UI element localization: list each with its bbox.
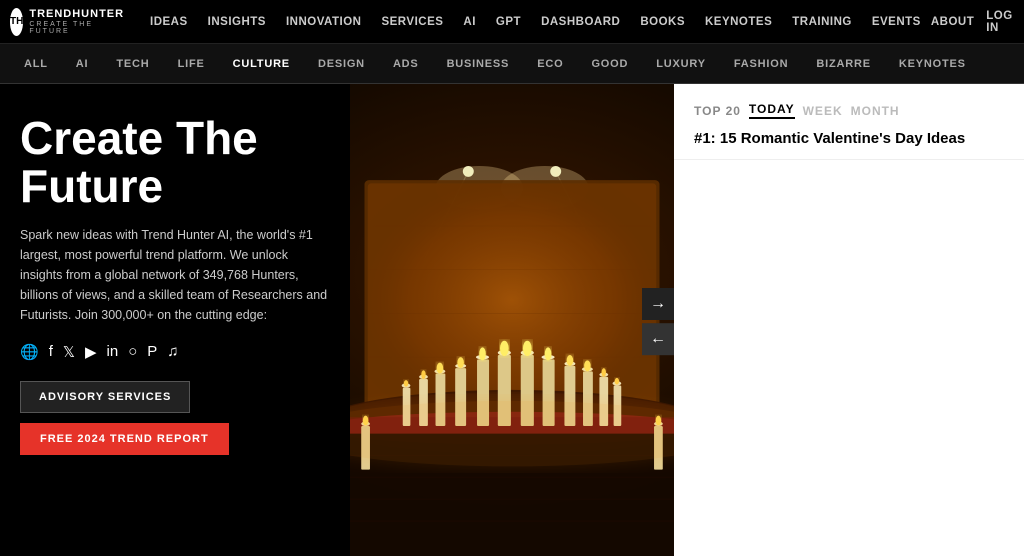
logo-text-area: TRENDHUNTER CREATE THE FUTURE <box>29 8 124 34</box>
logo-tagline: CREATE THE FUTURE <box>29 21 124 35</box>
nav-insights[interactable]: INSIGHTS <box>198 0 276 44</box>
social-icons: 🌐 f 𝕏 ▶ in ○ P ♫ <box>20 343 330 361</box>
nav-events[interactable]: EVENTS <box>862 0 931 44</box>
nav-right: ABOUT LOG IN ✦ 🔍 <box>931 10 1024 34</box>
cat-bizarre[interactable]: BIZARRE <box>802 44 885 84</box>
cat-business[interactable]: BUSINESS <box>433 44 524 84</box>
cat-tech[interactable]: TECH <box>102 44 163 84</box>
logo-icon: TH <box>10 8 23 36</box>
nav-about[interactable]: ABOUT <box>931 16 974 28</box>
social-tiktok-icon[interactable]: ♫ <box>167 343 178 360</box>
social-facebook-icon[interactable]: f <box>49 343 53 360</box>
cat-life[interactable]: LIFE <box>164 44 219 84</box>
nav-gpt[interactable]: GPT <box>486 0 531 44</box>
nav-keynotes[interactable]: KEYNOTES <box>695 0 782 44</box>
next-arrow-button[interactable]: → <box>642 288 674 320</box>
nav-ai[interactable]: AI <box>453 0 486 44</box>
right-panel: TOP 20 TODAY WEEK MONTH #1: 15 Romantic … <box>674 84 1024 556</box>
top-nav: TH TRENDHUNTER CREATE THE FUTURE IDEAS I… <box>0 0 1024 44</box>
period-month[interactable]: MONTH <box>851 104 900 118</box>
cat-ads[interactable]: ADS <box>379 44 433 84</box>
top-item-title[interactable]: #1: 15 Romantic Valentine's Day Ideas <box>694 129 1004 149</box>
cat-luxury[interactable]: LUXURY <box>642 44 720 84</box>
top20-section: TOP 20 TODAY WEEK MONTH #1: 15 Romantic … <box>674 84 1024 160</box>
hero-center: → ← <box>350 84 674 556</box>
nav-services[interactable]: SERVICES <box>371 0 453 44</box>
cat-fashion[interactable]: FASHION <box>720 44 803 84</box>
category-bar: ALL AI TECH LIFE CULTURE DESIGN ADS BUSI… <box>0 44 1024 84</box>
cat-good[interactable]: GOOD <box>577 44 642 84</box>
social-twitter-icon[interactable]: 𝕏 <box>63 343 75 361</box>
candle-scene-svg <box>350 84 674 556</box>
cat-ai[interactable]: AI <box>62 44 103 84</box>
logo[interactable]: TH TRENDHUNTER CREATE THE FUTURE <box>10 8 120 36</box>
top20-label: TOP 20 TODAY WEEK MONTH <box>694 102 1004 119</box>
nav-training[interactable]: TRAINING <box>782 0 862 44</box>
social-globe-icon[interactable]: 🌐 <box>20 343 39 361</box>
prev-arrow-button[interactable]: ← <box>642 323 674 355</box>
main-content: Create The Future Spark new ideas with T… <box>0 84 1024 556</box>
social-instagram-icon[interactable]: ○ <box>128 343 137 360</box>
nav-login[interactable]: LOG IN <box>986 10 1012 34</box>
hero-image <box>350 84 674 556</box>
trend-report-button[interactable]: FREE 2024 TREND REPORT <box>20 423 229 455</box>
nav-books[interactable]: BOOKS <box>630 0 695 44</box>
social-youtube-icon[interactable]: ▶ <box>85 343 97 361</box>
hero-description: Spark new ideas with Trend Hunter AI, th… <box>20 225 330 325</box>
cat-eco[interactable]: ECO <box>523 44 577 84</box>
nav-ideas[interactable]: IDEAS <box>140 0 198 44</box>
period-today[interactable]: TODAY <box>749 102 795 119</box>
advisory-services-button[interactable]: ADVISORY SERVICES <box>20 381 190 413</box>
hero-left: Create The Future Spark new ideas with T… <box>0 84 350 556</box>
social-pinterest-icon[interactable]: P <box>147 343 157 360</box>
social-linkedin-icon[interactable]: in <box>107 343 119 360</box>
logo-initials: TH <box>10 16 23 27</box>
cat-design[interactable]: DESIGN <box>304 44 379 84</box>
cat-all[interactable]: ALL <box>10 44 62 84</box>
logo-name: TRENDHUNTER <box>29 8 124 20</box>
hero-title: Create The Future <box>20 114 330 211</box>
period-week[interactable]: WEEK <box>803 104 843 118</box>
cat-culture[interactable]: CULTURE <box>219 44 304 84</box>
nav-dashboard[interactable]: DASHBOARD <box>531 0 630 44</box>
main-nav: IDEAS INSIGHTS INNOVATION SERVICES AI GP… <box>140 0 931 44</box>
cat-keynotes[interactable]: KEYNOTES <box>885 44 980 84</box>
top20-text: TOP 20 <box>694 104 741 118</box>
nav-innovation[interactable]: INNOVATION <box>276 0 372 44</box>
